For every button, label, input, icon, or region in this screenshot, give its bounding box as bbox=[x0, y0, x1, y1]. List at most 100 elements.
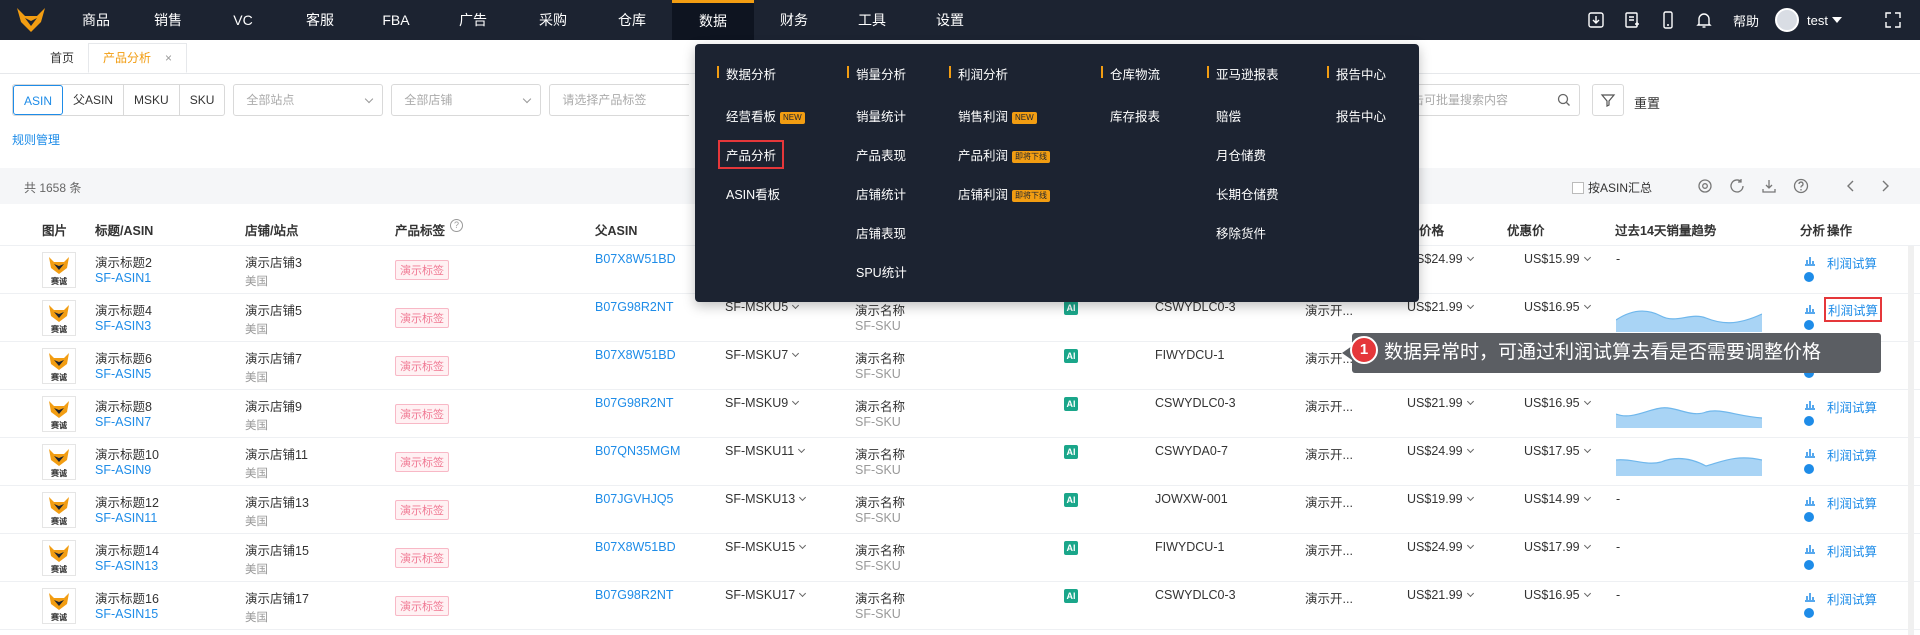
ai-icon[interactable]: AI bbox=[1064, 349, 1078, 363]
segment-option[interactable]: MSKU bbox=[124, 85, 180, 115]
pie-chart-icon[interactable] bbox=[1804, 320, 1814, 330]
menu-item[interactable]: 产品表现 bbox=[856, 145, 906, 164]
menu-item[interactable]: 店铺统计 bbox=[856, 184, 906, 203]
profit-trial-link[interactable]: 利润试算 bbox=[1827, 445, 1877, 464]
nav-item[interactable]: FBA bbox=[360, 0, 432, 40]
bar-chart-icon[interactable] bbox=[1804, 446, 1816, 458]
col-discount[interactable]: 优惠价 bbox=[1507, 220, 1545, 239]
close-icon[interactable]: × bbox=[165, 43, 172, 73]
settings-icon[interactable] bbox=[1696, 177, 1714, 195]
task-list-icon[interactable] bbox=[1621, 9, 1643, 31]
asin-summary-checkbox[interactable]: 按ASIN汇总 bbox=[1572, 179, 1652, 196]
bar-chart-icon[interactable] bbox=[1804, 398, 1816, 410]
discount-price[interactable]: US$17.95 bbox=[1524, 444, 1591, 458]
nav-item[interactable]: 商品 bbox=[62, 0, 130, 40]
parent-asin-link[interactable]: B07X8W51BD bbox=[595, 540, 676, 554]
prev-page-icon[interactable] bbox=[1842, 177, 1860, 195]
price[interactable]: US$24.99 bbox=[1407, 444, 1474, 458]
menu-item[interactable]: 产品利润 即将下线 bbox=[958, 145, 1051, 164]
bar-chart-icon[interactable] bbox=[1804, 590, 1816, 602]
rules-management-link[interactable]: 规则管理 bbox=[12, 131, 60, 148]
msku[interactable]: SF-MSKU13 bbox=[725, 492, 807, 506]
msku[interactable]: SF-MSKU11 bbox=[725, 444, 806, 458]
discount-price[interactable]: US$16.95 bbox=[1524, 588, 1591, 602]
help-link[interactable]: 帮助 bbox=[1733, 11, 1759, 30]
brand-logo[interactable] bbox=[0, 0, 62, 40]
profit-trial-link[interactable]: 利润试算 bbox=[1827, 493, 1877, 512]
nav-item[interactable]: 设置 bbox=[910, 0, 990, 40]
parent-asin-link[interactable]: B07G98R2NT bbox=[595, 588, 674, 602]
nav-item[interactable]: 采购 bbox=[514, 0, 592, 40]
bar-chart-icon[interactable] bbox=[1804, 254, 1816, 266]
segment-option[interactable]: SKU bbox=[180, 85, 225, 115]
asin-link[interactable]: SF-ASIN15 bbox=[95, 607, 158, 621]
pie-chart-icon[interactable] bbox=[1804, 512, 1814, 522]
menu-item[interactable]: 报告中心 bbox=[1336, 106, 1386, 125]
menu-item[interactable]: 月仓储费 bbox=[1216, 145, 1266, 164]
menu-item[interactable]: 赔偿 bbox=[1216, 106, 1241, 125]
profit-trial-link[interactable]: 利润试算 bbox=[1827, 253, 1877, 272]
vertical-scrollbar[interactable] bbox=[1908, 246, 1914, 635]
search-icon[interactable] bbox=[1557, 93, 1571, 107]
profit-trial-link[interactable]: 利润试算 bbox=[1827, 589, 1877, 608]
pie-chart-icon[interactable] bbox=[1804, 560, 1814, 570]
reset-button[interactable]: 重置 bbox=[1634, 93, 1660, 112]
parent-asin-link[interactable]: B07G98R2NT bbox=[595, 396, 674, 410]
asin-link[interactable]: SF-ASIN9 bbox=[95, 463, 151, 477]
msku[interactable]: SF-MSKU9 bbox=[725, 396, 800, 410]
price[interactable]: US$21.99 bbox=[1407, 300, 1474, 314]
menu-item[interactable]: 库存报表 bbox=[1110, 106, 1160, 125]
tag-select[interactable]: 请选择产品标签 bbox=[549, 84, 690, 116]
asin-link[interactable]: SF-ASIN1 bbox=[95, 271, 151, 285]
msku[interactable]: SF-MSKU17 bbox=[725, 588, 807, 602]
nav-item[interactable]: 数据 bbox=[672, 0, 754, 40]
refresh-icon[interactable] bbox=[1728, 177, 1746, 195]
price[interactable]: US$21.99 bbox=[1407, 396, 1474, 410]
bell-icon[interactable] bbox=[1693, 9, 1715, 31]
menu-item[interactable]: 长期仓储费 bbox=[1216, 184, 1279, 203]
fullscreen-icon[interactable] bbox=[1882, 9, 1904, 31]
asin-link[interactable]: SF-ASIN5 bbox=[95, 367, 151, 381]
nav-item[interactable]: 客服 bbox=[280, 0, 360, 40]
col-tag[interactable]: 产品标签 bbox=[395, 220, 445, 239]
profit-trial-link[interactable]: 利润试算 bbox=[1827, 397, 1877, 416]
menu-item[interactable]: 销售利润 NEW bbox=[958, 106, 1037, 125]
menu-item[interactable]: ASIN看板 bbox=[726, 184, 780, 203]
menu-item[interactable]: 移除货件 bbox=[1216, 223, 1266, 242]
parent-asin-link[interactable]: B07QN35MGM bbox=[595, 444, 680, 458]
asin-link[interactable]: SF-ASIN3 bbox=[95, 319, 151, 333]
advanced-filter-button[interactable] bbox=[1592, 84, 1624, 116]
chevron-down-icon[interactable] bbox=[1832, 17, 1842, 23]
col-shop[interactable]: 店铺/站点 bbox=[245, 220, 298, 239]
menu-item[interactable]: 店铺利润 即将下线 bbox=[958, 184, 1051, 203]
col-price[interactable]: 价格 bbox=[1419, 220, 1444, 239]
msku[interactable]: SF-MSKU7 bbox=[725, 348, 800, 362]
discount-price[interactable]: US$14.99 bbox=[1524, 492, 1591, 506]
tab-product-analysis[interactable]: 产品分析 × bbox=[88, 43, 188, 73]
sales-trend-sparkline[interactable] bbox=[1616, 398, 1762, 428]
menu-item[interactable]: 产品分析 bbox=[718, 140, 785, 169]
ai-icon[interactable]: AI bbox=[1064, 397, 1078, 411]
price[interactable]: US$21.99 bbox=[1407, 588, 1474, 602]
ai-icon[interactable]: AI bbox=[1064, 301, 1078, 315]
pie-chart-icon[interactable] bbox=[1804, 464, 1814, 474]
nav-item[interactable]: 广告 bbox=[432, 0, 514, 40]
pie-chart-icon[interactable] bbox=[1804, 416, 1814, 426]
ai-icon[interactable]: AI bbox=[1064, 445, 1078, 459]
discount-price[interactable]: US$17.99 bbox=[1524, 540, 1591, 554]
parent-asin-link[interactable]: B07X8W51BD bbox=[595, 348, 676, 362]
user-name[interactable]: test bbox=[1807, 13, 1828, 28]
col-title[interactable]: 标题/ASIN bbox=[95, 220, 153, 239]
ai-icon[interactable]: AI bbox=[1064, 493, 1078, 507]
sales-trend-sparkline[interactable] bbox=[1616, 302, 1762, 332]
segment-option[interactable]: 父ASIN bbox=[63, 85, 125, 115]
parent-asin-link[interactable]: B07X8W51BD bbox=[595, 252, 676, 266]
col-parent-asin[interactable]: 父ASIN bbox=[595, 220, 637, 239]
next-page-icon[interactable] bbox=[1876, 177, 1894, 195]
menu-item[interactable]: 经营看板 NEW bbox=[726, 106, 805, 125]
export-icon[interactable] bbox=[1760, 177, 1778, 195]
discount-price[interactable]: US$15.99 bbox=[1524, 252, 1591, 266]
discount-price[interactable]: US$16.95 bbox=[1524, 396, 1591, 410]
nav-item[interactable]: 销售 bbox=[130, 0, 206, 40]
profit-trial-link[interactable]: 利润试算 bbox=[1827, 541, 1877, 560]
